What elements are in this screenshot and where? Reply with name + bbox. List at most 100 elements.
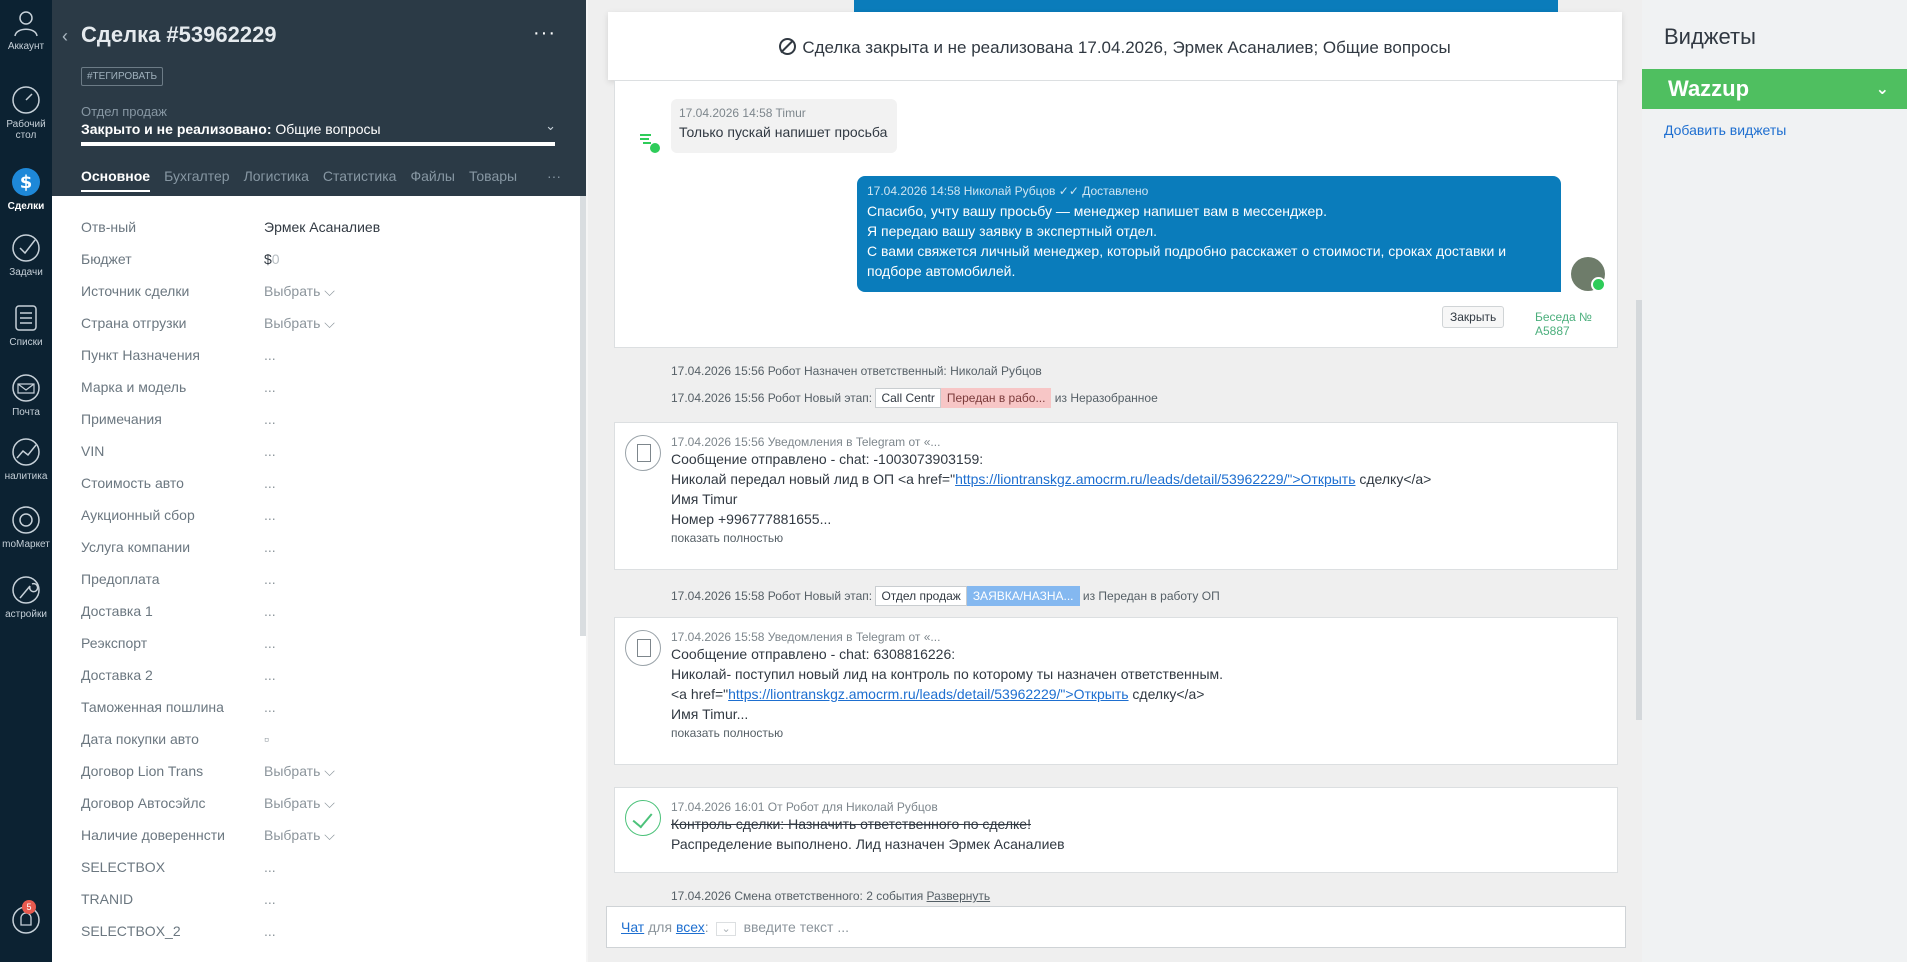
field-value[interactable]: ... xyxy=(264,347,276,363)
field-row[interactable]: Договор Lion Trans Выбрать ⌵ xyxy=(81,759,571,791)
tabs-more-button[interactable]: ··· xyxy=(547,168,561,184)
field-select[interactable]: Выбрать ⌵ xyxy=(264,283,335,300)
show-full-link[interactable]: показать полностью xyxy=(671,531,1607,545)
field-row[interactable]: Стоимость авто... xyxy=(81,471,571,503)
field-row[interactable]: SELECTBOX_2... xyxy=(81,919,571,951)
field-value[interactable]: ... xyxy=(264,443,276,459)
event-text: 17.04.2026 15:56 Робот Новый этап: xyxy=(671,391,873,405)
deal-link[interactable]: https://liontranskgz.amocrm.ru/leads/det… xyxy=(728,686,1128,702)
nav-notifications[interactable]: 5 xyxy=(0,900,52,939)
field-value[interactable]: ... xyxy=(264,379,276,395)
tab-files[interactable]: Файлы xyxy=(410,168,454,190)
tab-logistics[interactable]: Логистика xyxy=(244,168,309,190)
field-row[interactable]: Аукционный сбор... xyxy=(81,503,571,535)
nav-analytics[interactable]: налитика xyxy=(0,436,52,482)
nav-label: Рабочий стол xyxy=(6,119,46,141)
add-widgets-link[interactable]: Добавить виджеты xyxy=(1664,122,1786,138)
field-value[interactable]: ... xyxy=(264,891,276,907)
nav-account[interactable]: Аккаунт xyxy=(0,6,52,52)
field-select[interactable]: Выбрать ⌵ xyxy=(264,827,335,844)
tab-statistics[interactable]: Статистика xyxy=(323,168,397,190)
telegram-note: 17.04.2026 15:56 Уведомления в Telegram … xyxy=(614,422,1618,570)
wazzup-widget[interactable]: Wazzup ⌄ xyxy=(1642,69,1907,109)
field-label: Доставка 1 xyxy=(81,603,153,619)
field-row[interactable]: Наличие довереннсти Выбрать ⌵ xyxy=(81,823,571,855)
field-value[interactable]: $0 xyxy=(264,251,280,267)
nav-tasks[interactable]: Задачи xyxy=(0,232,52,278)
field-row[interactable]: VIN... xyxy=(81,439,571,471)
field-label: Дата покупки авто xyxy=(81,731,199,747)
tab-main[interactable]: Основное xyxy=(81,168,151,192)
task-card: 17.04.2026 16:01 От Робот для Николай Ру… xyxy=(614,787,1618,873)
field-select[interactable]: Выбрать ⌵ xyxy=(264,795,335,812)
field-value[interactable]: ... xyxy=(264,571,276,587)
lists-icon xyxy=(15,305,37,331)
field-row[interactable]: Источник сделки Выбрать ⌵ xyxy=(81,279,571,311)
tag-button[interactable]: #ТЕГИРОВАТЬ xyxy=(81,67,164,86)
back-chevron-icon[interactable]: ‹ xyxy=(62,26,68,47)
tab-products[interactable]: Товары xyxy=(469,168,517,190)
field-value[interactable]: ... xyxy=(264,667,276,683)
field-value[interactable]: ... xyxy=(264,923,276,939)
field-row[interactable]: Доставка 1... xyxy=(81,599,571,631)
field-row[interactable]: Отв-ный Эрмек Асаналиев xyxy=(81,215,571,247)
field-row[interactable]: Предоплата... xyxy=(81,567,571,599)
field-select[interactable]: Выбрать ⌵ xyxy=(264,315,335,332)
field-row[interactable]: Страна отгрузки Выбрать ⌵ xyxy=(81,311,571,343)
tab-accounting[interactable]: Бухгалтер xyxy=(164,168,229,190)
field-value[interactable]: ... xyxy=(264,635,276,651)
message-placeholder[interactable]: введите текст ... xyxy=(744,919,849,935)
conversation-link[interactable]: Беседа № A5887 xyxy=(1535,310,1617,338)
field-row[interactable]: Пункт Назначения... xyxy=(81,343,571,375)
field-select[interactable]: Выбрать ⌵ xyxy=(264,763,335,780)
field-value[interactable]: ... xyxy=(264,699,276,715)
budget-amount: 0 xyxy=(271,251,280,267)
deals-icon: $ xyxy=(12,168,40,196)
field-label: Пункт Назначения xyxy=(81,347,200,363)
field-row[interactable]: Бюджет $0 xyxy=(81,247,571,279)
field-value[interactable]: ... xyxy=(264,603,276,619)
recipients-link[interactable]: всех xyxy=(676,919,705,935)
chevron-down-icon[interactable]: ⌄ xyxy=(545,118,556,134)
field-row[interactable]: Дата покупки авто ▫ xyxy=(81,727,571,759)
field-row[interactable]: Доставка 2... xyxy=(81,663,571,695)
field-row[interactable]: TRANID... xyxy=(81,887,571,919)
field-row[interactable]: Примечания... xyxy=(81,407,571,439)
field-value[interactable]: ... xyxy=(264,859,276,875)
chat-input[interactable]: Чат для всех: ⌄ введите текст ... xyxy=(606,906,1626,948)
field-value[interactable]: ... xyxy=(264,539,276,555)
deal-scrollbar[interactable] xyxy=(580,196,586,636)
widgets-panel: Виджеты Wazzup ⌄ Добавить виджеты xyxy=(1642,0,1907,962)
close-conversation-button[interactable]: Закрыть xyxy=(1442,306,1505,328)
nav-lists[interactable]: Списки xyxy=(0,302,52,348)
show-full-link[interactable]: показать полностью xyxy=(671,726,1607,740)
stage-select[interactable]: Закрыто и не реализовано: Общие вопросы xyxy=(81,121,381,137)
deal-link[interactable]: https://liontranskgz.amocrm.ru/leads/det… xyxy=(955,471,1355,487)
field-row[interactable]: Таможенная пошлина... xyxy=(81,695,571,727)
expand-link[interactable]: Развернуть xyxy=(927,889,991,903)
field-value[interactable]: Эрмек Асаналиев xyxy=(264,219,380,235)
chat-mode-link[interactable]: Чат xyxy=(621,919,644,935)
event-text: из Неразобранное xyxy=(1054,391,1158,405)
field-value[interactable]: ... xyxy=(264,507,276,523)
field-row[interactable]: Услуга компании... xyxy=(81,535,571,567)
nav-mail[interactable]: Почта xyxy=(0,372,52,418)
chevron-down-icon[interactable]: ⌄ xyxy=(1876,79,1889,99)
field-row[interactable]: Реэкспорт... xyxy=(81,631,571,663)
note-line: Сообщение отправлено - chat: 6308816226: xyxy=(671,646,956,662)
task-done-icon[interactable] xyxy=(625,800,661,836)
field-value[interactable]: ... xyxy=(264,411,276,427)
field-row[interactable]: Договор Автосэйлс Выбрать ⌵ xyxy=(81,791,571,823)
previous-message-bubble xyxy=(854,0,1558,12)
chevron-down-icon[interactable]: ⌄ xyxy=(716,922,736,936)
nav-market[interactable]: moМаркет xyxy=(0,504,52,550)
deal-more-button[interactable]: ··· xyxy=(533,22,556,45)
nav-settings[interactable]: астройки xyxy=(0,574,52,620)
field-value[interactable]: ... xyxy=(264,475,276,491)
message-line: подборе автомобилей. xyxy=(867,263,1016,279)
field-row[interactable]: SELECTBOX... xyxy=(81,855,571,887)
calendar-icon[interactable]: ▫ xyxy=(264,731,269,747)
field-row[interactable]: Марка и модель... xyxy=(81,375,571,407)
nav-deals[interactable]: $ Сделки xyxy=(0,166,52,212)
nav-dashboard[interactable]: Рабочий стол xyxy=(0,84,52,141)
